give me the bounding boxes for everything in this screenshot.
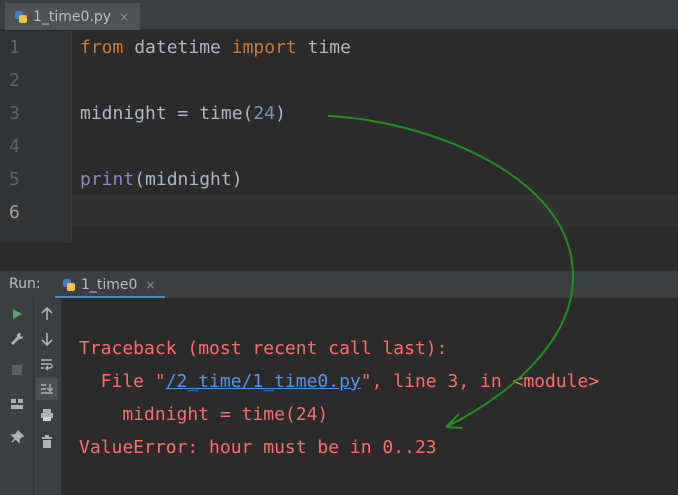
layout-icon[interactable] [6,393,28,415]
python-file-icon [62,278,76,292]
line-number-gutter: 1 2 3 4 5 6 [0,31,72,243]
code-token: print [80,169,135,190]
code-token: 24 [253,103,276,124]
pin-icon[interactable] [6,426,28,448]
stop-icon[interactable] [6,359,28,381]
file-path-link[interactable]: /2_time/1_time0.py [166,371,361,392]
console-code-line: midnight = time(24) [79,404,329,425]
code-line[interactable]: print(midnight) [80,163,243,196]
code-editor[interactable]: 1 2 3 4 5 6 from datetime import time mi… [0,31,678,243]
line-number: 4 [9,136,20,157]
arrow-up-icon[interactable] [36,303,58,325]
console-error-message: ValueError: hour must be in 0..23 [79,437,437,458]
run-toolbar-left [0,298,34,495]
line-number: 6 [9,202,20,223]
console-file-suffix: ", line 3, in <module> [360,371,600,392]
code-token: datetime [123,37,232,58]
current-line-highlight [72,194,678,227]
run-label: Run: [9,276,41,292]
editor-tab-1-time0[interactable]: 1_time0.py × [5,3,140,30]
wrench-icon[interactable] [6,328,28,350]
run-tab-label: 1_time0 [81,276,138,293]
code-token: time [296,37,351,58]
code-line[interactable]: from datetime import time [80,31,351,64]
run-toolbar-right [34,298,62,495]
code-token: import [231,37,297,58]
console-traceback-header: Traceback (most recent call last): [79,338,448,359]
run-icon[interactable] [6,303,28,325]
trash-icon[interactable] [36,431,58,453]
editor-tab-label: 1_time0.py [33,8,112,25]
arrow-down-icon[interactable] [36,328,58,350]
print-icon[interactable] [36,404,58,426]
code-token: ) [275,103,286,124]
code-token: midnight = time( [80,103,254,124]
close-tab-icon[interactable]: × [119,10,129,24]
console-file-prefix: File " [79,371,166,392]
close-run-tab-icon[interactable]: × [145,278,155,292]
run-tab-1-time0[interactable]: 1_time0 × [55,273,165,299]
soft-wrap-icon[interactable] [36,353,58,375]
run-console: Traceback (most recent call last): File … [0,298,678,495]
line-number: 1 [9,37,20,58]
python-file-icon [14,10,28,24]
console-file-line: File "/2_time/1_time0.py", line 3, in <m… [79,365,600,398]
scroll-to-end-icon[interactable] [36,378,58,400]
line-number: 3 [9,103,20,124]
run-tool-window-header: Run: 1_time0 × [0,270,678,299]
editor-tab-bar: 1_time0.py × [0,0,678,30]
code-token: from [80,37,124,58]
line-number: 2 [9,70,20,91]
code-line[interactable]: midnight = time(24) [80,97,286,130]
code-token: (midnight) [134,169,243,190]
line-number: 5 [9,169,20,190]
